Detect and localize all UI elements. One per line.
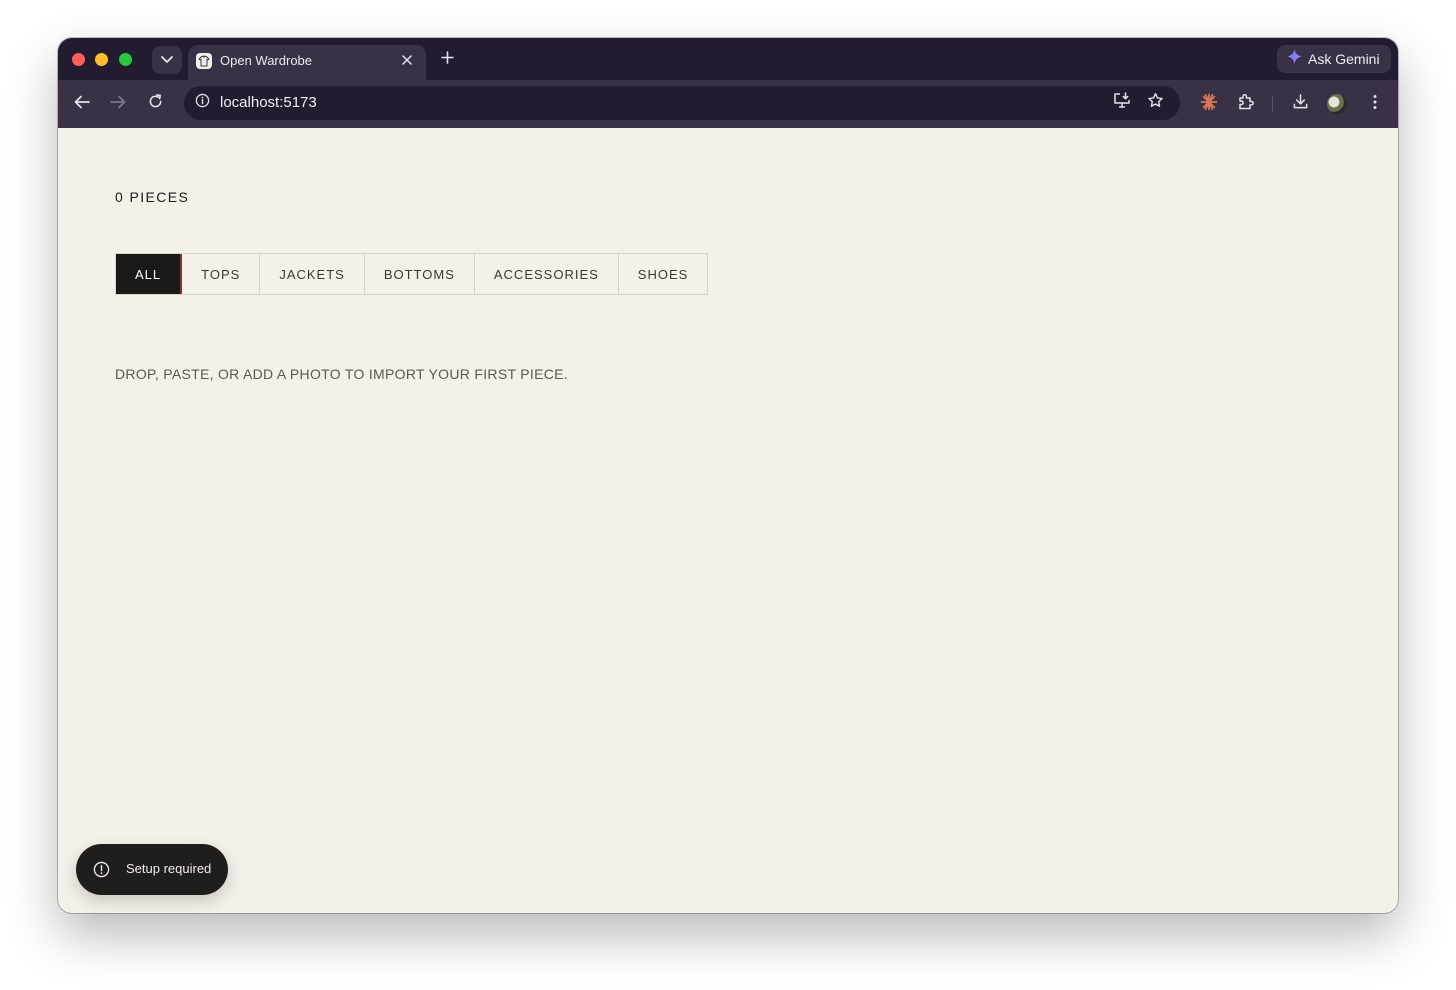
ask-gemini-button[interactable]: Ask Gemini bbox=[1277, 45, 1391, 73]
tab-search-button[interactable] bbox=[152, 46, 182, 74]
kebab-menu-icon bbox=[1373, 94, 1377, 115]
claude-extension-button[interactable] bbox=[1197, 92, 1221, 116]
filter-shoes[interactable]: SHOES bbox=[617, 254, 708, 294]
maximize-window-button[interactable] bbox=[119, 53, 132, 66]
forward-button[interactable] bbox=[106, 92, 130, 116]
bookmark-button[interactable] bbox=[1145, 92, 1165, 114]
url-text[interactable]: localhost:5173 bbox=[220, 94, 317, 111]
filter-accessories[interactable]: ACCESSORIES bbox=[473, 254, 618, 294]
back-arrow-icon bbox=[74, 95, 90, 114]
install-app-icon bbox=[1113, 92, 1131, 114]
close-window-button[interactable] bbox=[72, 53, 85, 66]
active-tab[interactable]: Open Wardrobe bbox=[188, 45, 426, 80]
toast-label: Setup required bbox=[126, 861, 212, 876]
reload-icon bbox=[148, 94, 163, 114]
back-button[interactable] bbox=[70, 92, 94, 116]
tab-close-button[interactable] bbox=[398, 52, 416, 70]
plus-icon bbox=[440, 51, 454, 69]
alert-circle-icon bbox=[92, 860, 111, 879]
forward-arrow-icon bbox=[110, 95, 126, 114]
site-info-icon bbox=[195, 93, 210, 113]
toolbar-divider bbox=[1272, 96, 1273, 112]
new-tab-button[interactable] bbox=[436, 49, 458, 71]
close-icon bbox=[402, 52, 412, 70]
star-icon bbox=[1147, 92, 1164, 114]
address-bar[interactable]: localhost:5173 bbox=[184, 86, 1180, 120]
claude-extension-icon bbox=[1200, 93, 1218, 116]
page-content: 0 PIECES ALL TOPS JACKETS BOTTOMS ACCESS… bbox=[58, 128, 1398, 913]
piece-count: 0 PIECES bbox=[115, 189, 190, 205]
tab-title: Open Wardrobe bbox=[220, 53, 313, 68]
profile-avatar[interactable] bbox=[1327, 94, 1347, 114]
download-icon bbox=[1292, 93, 1309, 115]
empty-state-message: DROP, PASTE, OR ADD A PHOTO TO IMPORT YO… bbox=[115, 366, 568, 382]
downloads-button[interactable] bbox=[1288, 92, 1312, 116]
filter-tops[interactable]: TOPS bbox=[182, 254, 259, 294]
install-app-button[interactable] bbox=[1112, 92, 1132, 114]
filter-bottoms[interactable]: BOTTOMS bbox=[363, 254, 474, 294]
category-filter-bar: ALL TOPS JACKETS BOTTOMS ACCESSORIES SHO… bbox=[115, 253, 709, 295]
favicon-icon bbox=[196, 53, 212, 69]
browser-window: Open Wardrobe Ask Gemini localhost:5173 … bbox=[58, 38, 1398, 913]
minimize-window-button[interactable] bbox=[95, 53, 108, 66]
site-info-button[interactable] bbox=[192, 93, 212, 113]
filter-all[interactable]: ALL bbox=[116, 254, 183, 294]
gemini-sparkle-icon bbox=[1287, 49, 1302, 69]
extensions-puzzle-icon bbox=[1237, 93, 1255, 116]
ask-gemini-label: Ask Gemini bbox=[1308, 51, 1380, 67]
reload-button[interactable] bbox=[143, 92, 167, 116]
browser-toolbar: localhost:5173 bbox=[58, 80, 1398, 128]
filter-jackets[interactable]: JACKETS bbox=[259, 254, 364, 294]
browser-menu-button[interactable] bbox=[1363, 92, 1387, 116]
tab-list-icon bbox=[161, 51, 173, 69]
extensions-button[interactable] bbox=[1234, 92, 1258, 116]
setup-required-toast[interactable]: Setup required bbox=[76, 844, 228, 895]
tab-strip: Open Wardrobe Ask Gemini bbox=[58, 38, 1398, 80]
